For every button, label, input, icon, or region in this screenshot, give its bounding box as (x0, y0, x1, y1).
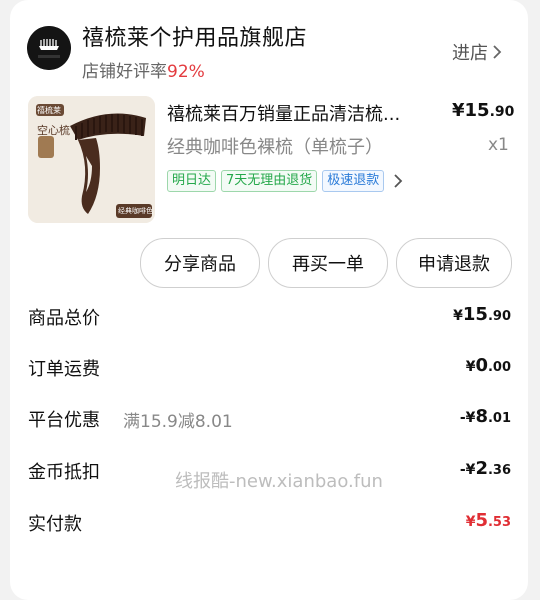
currency: ¥ (465, 359, 476, 375)
currency: -¥ (459, 462, 476, 478)
amount-dec: .01 (487, 411, 511, 426)
currency: ¥ (453, 308, 463, 324)
amount-int: 15 (462, 304, 488, 325)
watermark-text: 线报酷-new.xianbao.fun (175, 471, 383, 492)
request-refund-button[interactable]: 申请退款 (396, 238, 512, 288)
shipping-label: 订单运费 (28, 359, 100, 380)
platform-discount-label: 平台优惠 (28, 410, 100, 431)
thumb-brand: 禧梳莱 (37, 106, 61, 115)
store-rating: 店铺好评率92% (82, 57, 205, 82)
tag-7-day-return: 7天无理由退货 (221, 170, 318, 192)
product-price-int: ¥15 (452, 100, 490, 121)
amount-dec: .90 (487, 309, 511, 324)
shipping-value: ¥0.00 (466, 355, 511, 376)
amount-int: 8 (475, 406, 488, 427)
service-tags[interactable]: 明日达 7天无理由退货 极速退款 (167, 170, 403, 192)
thumb-title: 空心梳 (37, 124, 70, 137)
currency: -¥ (459, 410, 476, 426)
platform-discount-value: -¥8.01 (460, 406, 511, 427)
enter-store-button[interactable]: 进店 (452, 39, 502, 65)
product-spec: 经典咖啡色裸梳（单梳子） (167, 137, 383, 158)
chevron-right-icon[interactable] (393, 173, 403, 189)
coin-deduction-label: 金币抵扣 (28, 462, 100, 483)
amount-dec: .53 (487, 515, 511, 530)
tag-fast-refund: 极速退款 (322, 170, 385, 192)
store-logo[interactable] (27, 26, 71, 70)
paid-label: 实付款 (28, 514, 82, 535)
amount-int: 5 (475, 510, 488, 531)
coin-deduction-value: -¥2.36 (460, 458, 511, 479)
rating-label: 店铺好评率 (82, 62, 167, 82)
order-card (10, 0, 528, 600)
product-price-dec: .90 (489, 104, 515, 120)
chevron-right-icon (493, 45, 502, 59)
tag-next-day: 明日达 (167, 170, 217, 192)
amount-int: 0 (475, 355, 488, 376)
thumb-badge: 经典咖啡色 (118, 207, 153, 215)
amount-dec: .00 (487, 360, 511, 375)
total-label: 商品总价 (28, 308, 100, 329)
amount-dec: .36 (487, 463, 511, 478)
rating-value: 92% (167, 62, 205, 82)
paid-value: ¥5.53 (466, 510, 511, 531)
product-thumbnail[interactable]: 禧梳莱 空心梳 经典咖啡色 (28, 96, 155, 223)
share-product-button[interactable]: 分享商品 (140, 238, 260, 288)
product-title[interactable]: 禧梳莱百万销量正品清洁梳... (167, 100, 429, 126)
platform-discount-note: 满15.9减8.01 (123, 412, 233, 432)
store-name[interactable]: 禧梳莱个护用品旗舰店 (82, 20, 307, 52)
amount-int: 2 (475, 458, 488, 479)
comb-logo-icon (27, 26, 71, 70)
product-quantity: x1 (488, 135, 509, 155)
product-price: ¥15.90 (452, 100, 514, 121)
buy-again-button[interactable]: 再买一单 (268, 238, 388, 288)
enter-store-label: 进店 (452, 43, 488, 64)
currency: ¥ (465, 514, 476, 530)
total-value: ¥15.90 (453, 304, 511, 325)
